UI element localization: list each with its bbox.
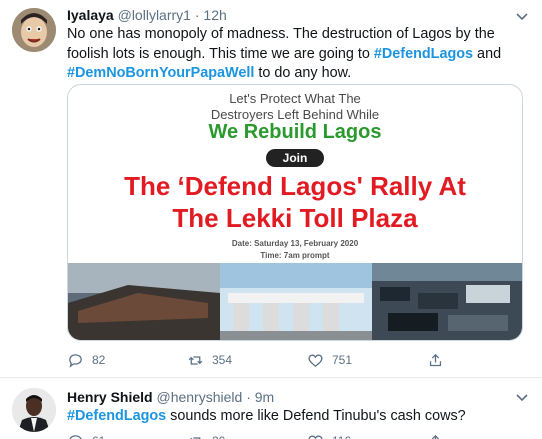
like-count: 116	[332, 434, 351, 439]
tweet-header: Henry Shield @henryshield · 9m	[67, 389, 274, 405]
flyer-time: Time: 7am prompt	[260, 251, 330, 260]
reply-icon	[69, 353, 82, 368]
tweet-text-part: sounds more like Defend Tinubu's cash co…	[166, 408, 466, 424]
retweet-icon	[188, 355, 203, 365]
retweet-count: 354	[212, 353, 233, 367]
share-button[interactable]	[427, 431, 444, 439]
tweet-media-image[interactable]: Let's Protect What The Destroyers Left B…	[67, 84, 523, 341]
reply-count: 82	[92, 353, 106, 367]
flyer-join-badge: Join	[266, 149, 324, 167]
like-button[interactable]: 751	[307, 350, 352, 370]
tweet[interactable]: Iyalaya @lollylarry1 · 12h No one has mo…	[0, 0, 542, 378]
like-icon	[308, 435, 323, 439]
retweet-icon	[189, 436, 201, 439]
reply-button[interactable]: 82	[67, 350, 105, 370]
tweet-text-part: and	[473, 45, 502, 62]
retweet-button[interactable]: 20	[187, 431, 225, 439]
separator: ·	[246, 389, 251, 405]
caret-down-icon[interactable]	[514, 389, 530, 405]
hashtag-link[interactable]: #DefendLagos	[67, 408, 166, 424]
display-name[interactable]: Henry Shield	[67, 389, 153, 405]
hashtag-link[interactable]: #DefendLagos	[374, 46, 473, 62]
flyer-red-headline: The Lekki Toll Plaza	[172, 203, 418, 233]
flyer-photo-strip	[68, 263, 522, 340]
handle[interactable]: @lollylarry1	[118, 7, 191, 23]
reply-button[interactable]: 61	[67, 431, 105, 439]
timestamp[interactable]: 9m	[255, 389, 274, 405]
like-icon	[308, 354, 323, 367]
like-count: 751	[332, 353, 353, 367]
reply-icon	[69, 434, 82, 439]
flyer-date: Date: Saturday 13, February 2020	[231, 239, 359, 248]
flyer-line: Let's Protect What The	[229, 91, 361, 106]
retweet-count: 20	[212, 434, 225, 439]
share-icon	[429, 353, 442, 366]
flyer-green-headline: We Rebuild Lagos	[208, 121, 382, 143]
share-icon	[431, 434, 440, 439]
tweet-text-part: to do any how.	[254, 65, 352, 81]
handle[interactable]: @henryshield	[156, 389, 242, 405]
avatar[interactable]	[12, 388, 56, 432]
tweet-text: No one has monopoly of madness. The dest…	[67, 25, 527, 84]
retweet-button[interactable]: 354	[187, 350, 232, 370]
hashtag-link[interactable]: #DemNoBornYourPapaWell	[67, 65, 254, 81]
tweet-text: #DefendLagos sounds more like Defend Tin…	[67, 407, 527, 427]
tweet-header: Iyalaya @lollylarry1 · 12h	[67, 7, 227, 23]
caret-down-icon[interactable]	[514, 8, 530, 24]
display-name[interactable]: Iyalaya	[67, 7, 114, 23]
separator: ·	[194, 7, 200, 23]
avatar[interactable]	[12, 8, 56, 52]
tweet-actions: 61 20 116	[67, 431, 487, 439]
flyer-red-headline: The ‘Defend Lagos' Rally At	[124, 171, 466, 201]
timestamp[interactable]: 12h	[203, 7, 226, 23]
reply-count: 61	[92, 434, 105, 439]
like-button[interactable]: 116	[307, 431, 351, 439]
share-button[interactable]	[427, 350, 444, 370]
tweet-actions: 82 354 751	[67, 350, 487, 370]
